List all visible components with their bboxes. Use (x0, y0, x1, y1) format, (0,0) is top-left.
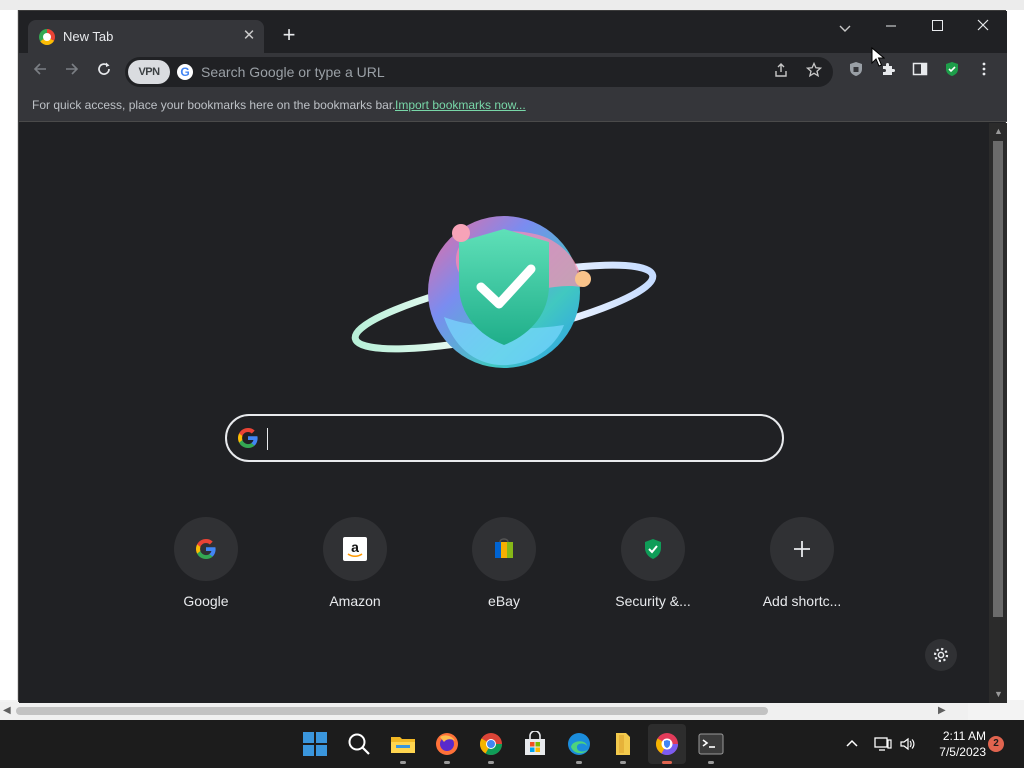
close-button[interactable] (960, 11, 1006, 41)
notification-badge[interactable]: 2 (988, 736, 1004, 752)
network-icon[interactable] (874, 736, 892, 755)
scrollbar-thumb[interactable] (16, 707, 768, 715)
shortcut-label: Google (183, 593, 229, 609)
back-button[interactable] (28, 60, 52, 84)
clock-date: 7/5/2023 (939, 745, 986, 759)
clock-time: 2:11 AM (942, 729, 986, 743)
share-icon[interactable] (771, 62, 791, 82)
amazon-icon: a (343, 537, 367, 561)
security-planet-illustration (351, 216, 657, 368)
terminal-icon[interactable] (698, 731, 724, 757)
running-indicator (444, 761, 450, 764)
forward-button[interactable] (60, 60, 84, 84)
shortcut-add[interactable]: Add shortc... (746, 517, 858, 627)
bookmarks-bar-message: For quick access, place your bookmarks h… (32, 98, 396, 112)
shortcut-ebay[interactable]: eBay (448, 517, 560, 627)
file-manager-icon[interactable] (610, 731, 636, 757)
edge-icon[interactable] (566, 731, 592, 757)
shortcut-label: eBay (488, 593, 520, 609)
scrollbar-thumb[interactable] (993, 141, 1003, 617)
text-caret (267, 428, 268, 450)
chrome-icon[interactable] (478, 731, 504, 757)
import-bookmarks-link[interactable]: Import bookmarks now... (395, 98, 526, 112)
taskbar: 2:11 AM 7/5/2023 2 (0, 720, 1024, 768)
address-bar-input[interactable] (201, 62, 761, 82)
secure-browser-icon[interactable] (654, 731, 680, 757)
system-clock[interactable]: 2:11 AM 7/5/2023 (926, 728, 986, 760)
toolbar: VPN G (19, 53, 1007, 91)
microsoft-store-icon[interactable] (522, 731, 548, 757)
shortcut-label: Security &... (615, 593, 691, 609)
shield-extension-icon[interactable] (845, 61, 867, 83)
security-extension-icon[interactable] (941, 61, 963, 83)
mouse-pointer-icon (871, 47, 885, 67)
running-indicator (708, 761, 714, 764)
shortcut-label: Amazon (329, 593, 381, 609)
background-horizontal-scrollbar[interactable]: ◀ ▶ (0, 702, 968, 720)
maximize-button[interactable] (914, 11, 960, 41)
shortcut-google[interactable]: Google (150, 517, 262, 627)
new-tab-button[interactable]: + (277, 24, 301, 48)
tab-title: New Tab (63, 29, 114, 44)
tab-search-icon[interactable] (833, 17, 857, 41)
running-indicator (400, 761, 406, 764)
minimize-button[interactable] (868, 11, 914, 41)
menu-kebab-icon[interactable] (973, 61, 995, 83)
shortcut-security[interactable]: Security &... (597, 517, 709, 627)
svg-text:a: a (351, 539, 359, 555)
background-window-strip (0, 0, 1024, 10)
security-shield-icon (645, 539, 661, 559)
title-bar: New Tab ✕ + (19, 11, 1007, 53)
omnibox[interactable]: VPN G (125, 57, 833, 87)
running-indicator (488, 761, 494, 764)
background-window-right (1006, 10, 1024, 700)
google-search-box[interactable] (225, 414, 784, 462)
customize-gear-icon[interactable] (925, 639, 957, 671)
new-tab-page: Google a Amazon eBay Security &... Add s… (19, 123, 989, 703)
google-icon (196, 539, 216, 559)
browser-window: New Tab ✕ + VPN G Search Google or type … (18, 10, 1007, 703)
browser-favicon-icon (39, 29, 55, 45)
google-logo-icon (238, 428, 258, 448)
running-indicator (620, 761, 626, 764)
shortcut-tile[interactable] (174, 517, 238, 581)
vertical-scrollbar[interactable]: ▲ ▼ (989, 123, 1007, 703)
bookmark-star-icon[interactable] (804, 61, 824, 82)
shortcut-tile[interactable]: a (323, 517, 387, 581)
tab-new-tab[interactable]: New Tab ✕ (28, 20, 264, 53)
search-input[interactable] (267, 427, 767, 449)
running-indicator (576, 761, 582, 764)
side-panel-icon[interactable] (909, 61, 931, 83)
plus-icon (794, 541, 810, 557)
volume-icon[interactable] (899, 736, 915, 755)
bookmarks-bar: For quick access, place your bookmarks h… (19, 91, 1007, 122)
scroll-left-icon[interactable]: ◀ (3, 705, 11, 716)
windows-start-icon[interactable] (302, 731, 328, 757)
shortcut-tile[interactable] (770, 517, 834, 581)
google-icon: G (177, 64, 193, 80)
scroll-up-icon[interactable]: ▲ (994, 126, 1003, 136)
vpn-badge[interactable]: VPN (128, 60, 170, 84)
show-hidden-icons-chevron-icon[interactable] (846, 735, 858, 750)
shortcut-label: Add shortc... (762, 593, 842, 609)
background-window-left (0, 10, 18, 700)
scroll-right-icon[interactable]: ▶ (938, 705, 946, 716)
shortcut-amazon[interactable]: a Amazon (299, 517, 411, 627)
active-indicator (662, 761, 672, 764)
reload-button[interactable] (92, 60, 116, 84)
tab-close-icon[interactable]: ✕ (240, 27, 258, 45)
firefox-icon[interactable] (434, 731, 460, 757)
shortcut-tile[interactable] (621, 517, 685, 581)
file-explorer-icon[interactable] (390, 731, 416, 757)
scroll-down-icon[interactable]: ▼ (994, 689, 1003, 699)
search-icon[interactable] (346, 731, 372, 757)
ebay-icon (495, 538, 513, 558)
shortcut-tile[interactable] (472, 517, 536, 581)
